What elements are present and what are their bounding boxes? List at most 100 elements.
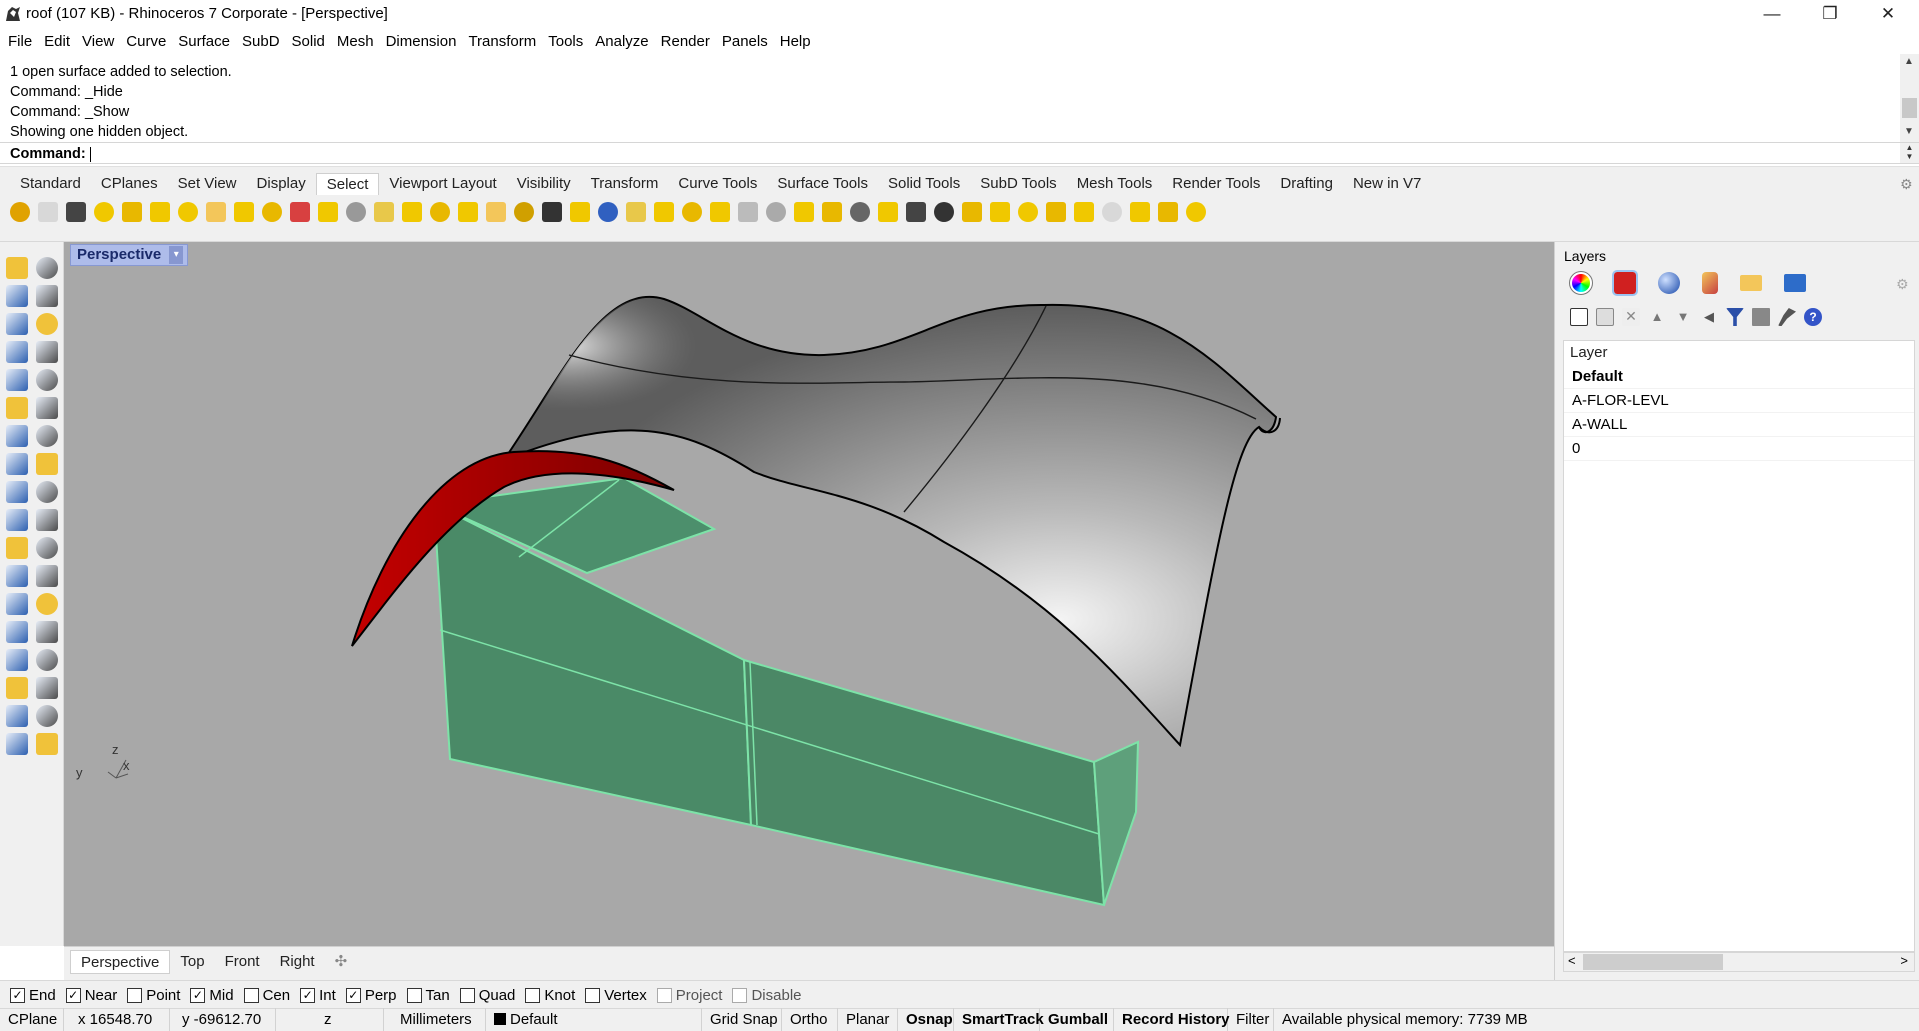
menu-view[interactable]: View	[76, 33, 120, 50]
viewport-tab-perspective[interactable]: Perspective	[70, 950, 171, 974]
menu-mesh[interactable]: Mesh	[331, 33, 380, 50]
surface-points-icon[interactable]	[6, 397, 28, 419]
fillet-icon[interactable]	[6, 565, 28, 587]
new-layer-icon[interactable]	[1570, 308, 1588, 326]
arc-icon[interactable]	[6, 369, 28, 391]
osnap-disable-checkbox[interactable]	[732, 987, 748, 1003]
chevron-down-icon[interactable]: ▼	[1900, 152, 1919, 161]
osnap-point[interactable]: Point	[127, 987, 180, 1004]
tab-visibility[interactable]: Visibility	[507, 173, 581, 195]
select-bad-icon[interactable]	[542, 202, 562, 222]
menu-edit[interactable]: Edit	[38, 33, 76, 50]
tab-viewport-layout[interactable]: Viewport Layout	[379, 173, 506, 195]
select-history-icon[interactable]	[1186, 202, 1206, 222]
layer-scroll-thumb[interactable]	[1583, 954, 1723, 970]
move-down-icon[interactable]: ▼	[1674, 308, 1692, 326]
select-last-icon[interactable]	[458, 202, 478, 222]
select-window-icon[interactable]	[934, 202, 954, 222]
filter-icon[interactable]	[66, 202, 86, 222]
select-edges-icon[interactable]	[1102, 202, 1122, 222]
page-icon[interactable]	[1752, 308, 1770, 326]
select-names-icon[interactable]	[878, 202, 898, 222]
select-lights-icon[interactable]	[234, 202, 254, 222]
menu-solid[interactable]: Solid	[286, 33, 331, 50]
osnap-int[interactable]: ✓ Int	[300, 987, 336, 1004]
chevron-up-icon[interactable]: ▲	[1900, 143, 1919, 152]
layer-column-header[interactable]: Layer	[1564, 341, 1914, 365]
osnap-near-checkbox[interactable]: ✓	[65, 987, 81, 1003]
circle-icon[interactable]	[6, 313, 28, 335]
free-curve-icon[interactable]	[36, 369, 58, 391]
collapse-icon[interactable]: ◀	[1700, 308, 1718, 326]
text-icon[interactable]	[36, 593, 58, 615]
select-lines-icon[interactable]	[626, 202, 646, 222]
folder-icon[interactable]	[1740, 275, 1762, 291]
boolean-icon[interactable]	[6, 537, 28, 559]
command-line[interactable]: Command:	[0, 142, 1919, 164]
select-chain-icon[interactable]	[962, 202, 982, 222]
tab-display[interactable]: Display	[247, 173, 316, 195]
copy-layer-icon[interactable]	[1596, 308, 1614, 326]
minimize-button[interactable]: —	[1743, 0, 1801, 28]
planar-toggle[interactable]: Planar	[838, 1008, 898, 1031]
select-small-icon[interactable]	[1018, 202, 1038, 222]
tab-mesh-tools[interactable]: Mesh Tools	[1067, 173, 1163, 195]
menu-help[interactable]: Help	[774, 33, 817, 50]
osnap-mid[interactable]: ✓ Mid	[190, 987, 234, 1004]
scroll-right-icon[interactable]: >	[1900, 953, 1908, 968]
select-tight-icon[interactable]	[1074, 202, 1094, 222]
box-icon[interactable]	[6, 425, 28, 447]
select-dups-icon[interactable]	[514, 202, 534, 222]
light-icon[interactable]	[1702, 272, 1718, 294]
select-objects-icon[interactable]	[122, 202, 142, 222]
analysis-icon[interactable]	[6, 705, 28, 727]
select-points-cloud-icon[interactable]	[346, 202, 366, 222]
select-arrow-icon[interactable]	[6, 257, 28, 279]
osnap-vertex-checkbox[interactable]	[585, 987, 601, 1003]
rhino-app-icon[interactable]	[4, 5, 22, 23]
scroll-thumb[interactable]	[1902, 98, 1917, 118]
select-all-icon[interactable]	[94, 202, 114, 222]
osnap-point-checkbox[interactable]	[127, 987, 143, 1003]
copy-icon[interactable]	[36, 509, 58, 531]
select-spheres-icon[interactable]	[738, 202, 758, 222]
material-sphere-icon[interactable]	[1658, 272, 1680, 294]
layer-row[interactable]: A-WALL	[1564, 413, 1914, 437]
record-icon[interactable]	[36, 649, 58, 671]
filter-icon[interactable]	[1726, 308, 1744, 326]
ellipse-icon[interactable]	[36, 313, 58, 335]
select-loops-icon[interactable]	[1158, 202, 1178, 222]
add-viewport-tab-icon[interactable]: ✣	[325, 950, 358, 974]
scroll-up-icon[interactable]: ▲	[1904, 56, 1914, 67]
delete-layer-icon[interactable]: ✕	[1622, 308, 1640, 326]
dimension-icon[interactable]	[6, 593, 28, 615]
osnap-perp[interactable]: ✓ Perp	[345, 987, 397, 1004]
layer-row[interactable]: A-FLOR-LEVL	[1564, 389, 1914, 413]
osnap-int-checkbox[interactable]: ✓	[300, 987, 316, 1003]
explode-icon[interactable]	[6, 481, 28, 503]
tab-transform[interactable]: Transform	[581, 173, 669, 195]
light-icon[interactable]	[36, 733, 58, 755]
cage-icon[interactable]	[6, 649, 28, 671]
select-surfaces-icon[interactable]	[150, 202, 170, 222]
check-icon[interactable]	[36, 705, 58, 727]
osnap-project[interactable]: Project	[656, 987, 722, 1004]
gumball-icon[interactable]	[36, 677, 58, 699]
select-blocks-icon[interactable]	[262, 202, 282, 222]
select-subd-icon[interactable]	[990, 202, 1010, 222]
osnap-vertex[interactable]: Vertex	[585, 987, 647, 1004]
osnap-knot[interactable]: Knot	[525, 987, 575, 1004]
select-details-icon[interactable]	[822, 202, 842, 222]
select-closed-icon[interactable]	[598, 202, 618, 222]
menu-analyze[interactable]: Analyze	[589, 33, 654, 50]
gumball-toggle[interactable]: Gumball	[1040, 1008, 1114, 1031]
rectangle-icon[interactable]	[36, 341, 58, 363]
layer-row[interactable]: 0	[1564, 437, 1914, 461]
record-history-toggle[interactable]: Record History	[1114, 1008, 1230, 1031]
grid-icon[interactable]	[6, 677, 28, 699]
group-icon[interactable]	[36, 537, 58, 559]
select-annotations-icon[interactable]	[402, 202, 422, 222]
osnap-tan[interactable]: Tan	[406, 987, 450, 1004]
select-open-icon[interactable]	[570, 202, 590, 222]
tab-render-tools[interactable]: Render Tools	[1162, 173, 1270, 195]
